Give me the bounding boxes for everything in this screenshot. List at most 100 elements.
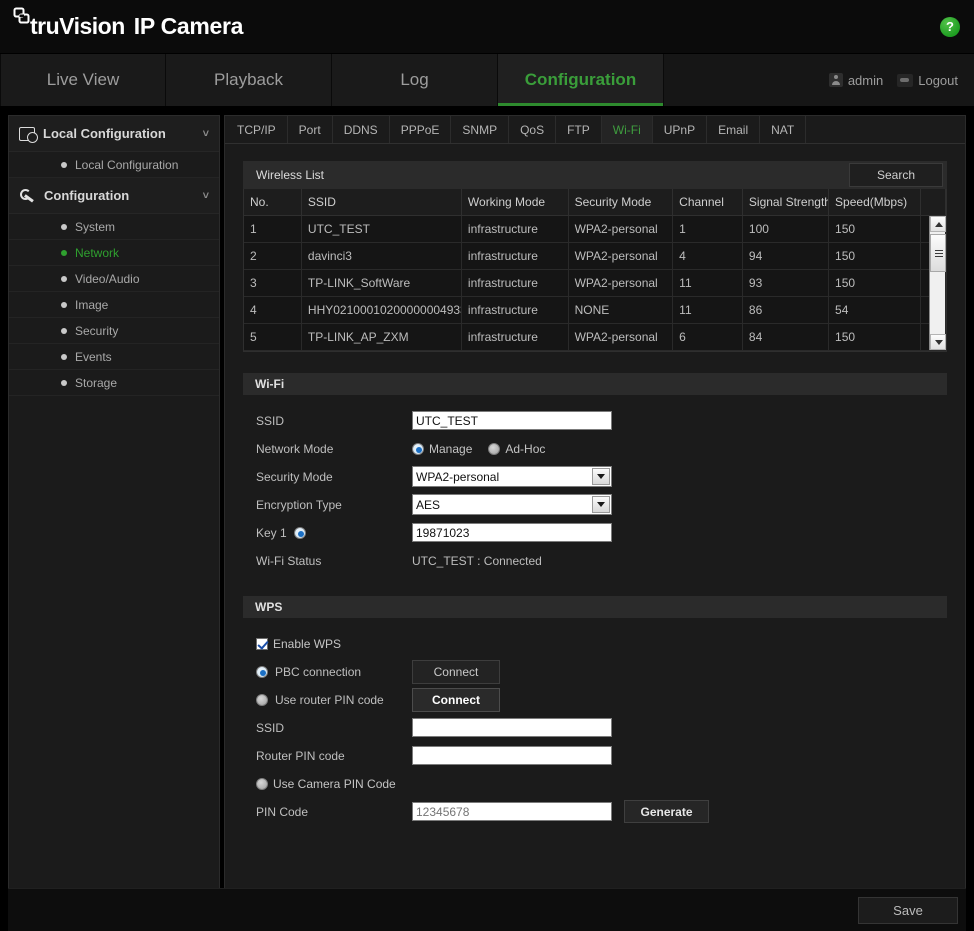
cell-speed: 150 (828, 323, 922, 351)
save-button[interactable]: Save (858, 897, 958, 924)
label-network-mode: Network Mode (256, 441, 334, 456)
subtab-qos[interactable]: QoS (509, 116, 557, 143)
table-row[interactable]: 3 TP-LINK_SoftWare infrastructure WPA2-p… (244, 269, 946, 297)
table-row[interactable]: 1 UTC_TEST infrastructure WPA2-personal … (244, 215, 946, 243)
chevron-down-icon[interactable] (592, 468, 610, 485)
subtab-ftp[interactable]: FTP (556, 116, 602, 143)
radio-network-mode-manage[interactable]: Manage (412, 442, 472, 456)
tab-live-view[interactable]: Live View (0, 54, 166, 106)
sidebar-group-configuration[interactable]: Configuration ˅ (9, 178, 219, 214)
app-header: truVision IP Camera ? (0, 0, 974, 53)
encryption-type-select[interactable]: AES (412, 494, 612, 515)
wps-ssid-input[interactable] (412, 718, 612, 737)
field-row-security-mode: Security Mode WPA2-personal (243, 463, 947, 491)
subtab-tcpip[interactable]: TCP/IP (226, 116, 288, 143)
sidebar-item-video-audio[interactable]: Video/Audio (9, 266, 219, 292)
sidebar-group-local-configuration[interactable]: Local Configuration ˅ (9, 116, 219, 152)
cell-ssid: TP-LINK_SoftWare (301, 269, 462, 297)
nav-user-area: admin Logout (825, 54, 974, 106)
key1-radio-icon[interactable] (293, 526, 306, 539)
router-pin-connect-button[interactable]: Connect (412, 687, 500, 712)
cell-ssid: UTC_TEST (301, 215, 462, 243)
sidebar-item-image[interactable]: Image (9, 292, 219, 318)
label-wps-ssid: SSID (256, 720, 285, 735)
subtab-upnp[interactable]: UPnP (652, 116, 708, 143)
subtab-ddns[interactable]: DDNS (332, 116, 390, 143)
table-row[interactable]: 2 davinci3 infrastructure WPA2-personal … (244, 242, 946, 270)
cell-working-mode: infrastructure (461, 269, 569, 297)
scroll-down-icon[interactable] (930, 333, 946, 350)
radio-label: Ad-Hoc (505, 441, 546, 456)
security-mode-select[interactable]: WPA2-personal (412, 466, 612, 487)
sidebar-item-label: Local Configuration (75, 157, 179, 172)
column-header-working-mode: Working Mode (461, 189, 569, 216)
key1-input[interactable] (412, 523, 612, 542)
radio-network-mode-adhoc[interactable]: Ad-Hoc (488, 442, 545, 456)
generate-button[interactable]: Generate (624, 800, 709, 823)
security-mode-value: WPA2-personal (416, 469, 500, 484)
workspace: Local Configuration ˅ Local Configuratio… (0, 107, 974, 931)
field-row-router-pin: Use router PIN code Connect (243, 686, 947, 714)
cell-ssid: TP-LINK_AP_ZXM (301, 323, 462, 351)
current-user[interactable]: admin (825, 70, 887, 91)
label-encryption-type: Encryption Type (256, 497, 342, 512)
search-button[interactable]: Search (849, 163, 943, 187)
cell-channel: 4 (672, 242, 743, 270)
cell-speed: 150 (828, 242, 922, 270)
router-pin-code-input[interactable] (412, 746, 612, 765)
scroll-up-icon[interactable] (930, 216, 946, 232)
cell-no: 2 (244, 242, 302, 270)
sidebar-item-label: System (75, 219, 116, 234)
field-row-camera-pin: Use Camera PIN Code (243, 770, 947, 798)
bullet-icon (61, 301, 67, 308)
logout-button[interactable]: Logout (893, 70, 962, 91)
enable-wps-label: Enable WPS (273, 636, 342, 651)
cell-security-mode: NONE (568, 296, 674, 324)
subtab-port[interactable]: Port (287, 116, 333, 143)
label-wifi-status: Wi-Fi Status (256, 553, 322, 568)
tab-configuration[interactable]: Configuration (498, 54, 664, 106)
subtab-wifi[interactable]: Wi-Fi (601, 116, 653, 143)
sidebar-item-storage[interactable]: Storage (9, 370, 219, 396)
sidebar-item-security[interactable]: Security (9, 318, 219, 344)
field-row-encryption-type: Encryption Type AES (243, 491, 947, 519)
subtab-nat[interactable]: NAT (760, 116, 807, 143)
subtab-snmp[interactable]: SNMP (451, 116, 510, 143)
cell-security-mode: WPA2-personal (568, 215, 674, 243)
sidebar-group-label: Configuration (44, 188, 130, 203)
radio-icon-router-pin[interactable] (256, 693, 268, 706)
table-row[interactable]: 4 HHY02100010200000004933 infrastructure… (244, 296, 946, 324)
tab-log[interactable]: Log (332, 54, 498, 106)
sidebar-item-local-configuration[interactable]: Local Configuration (9, 152, 219, 178)
radio-use-camera-pin[interactable]: Use Camera PIN Code (256, 777, 396, 791)
bullet-icon (61, 379, 67, 386)
sidebar-item-network[interactable]: Network (9, 240, 219, 266)
pin-code-input[interactable] (412, 802, 612, 821)
table-row[interactable]: 5 TP-LINK_AP_ZXM infrastructure WPA2-per… (244, 323, 946, 351)
subtab-email[interactable]: Email (707, 116, 761, 143)
tab-playback[interactable]: Playback (166, 54, 332, 106)
pbc-connect-button[interactable]: Connect (412, 659, 500, 684)
column-header-speed: Speed(Mbps) (828, 189, 922, 216)
cell-channel: 6 (672, 323, 743, 351)
subtab-pppoe[interactable]: PPPoE (389, 116, 452, 143)
logout-label: Logout (918, 72, 958, 88)
ssid-input[interactable] (412, 411, 612, 430)
footer-bar: Save (8, 888, 966, 931)
table-scrollbar[interactable] (929, 216, 946, 350)
help-icon[interactable]: ? (940, 17, 960, 37)
sidebar-item-system[interactable]: System (9, 214, 219, 240)
radio-icon-pbc[interactable] (256, 665, 268, 678)
cell-working-mode: infrastructure (461, 296, 569, 324)
sidebar-item-label: Network (75, 245, 120, 260)
cell-speed: 54 (828, 296, 922, 324)
enable-wps-checkbox[interactable]: Enable WPS (256, 637, 341, 651)
field-row-wps-ssid: SSID (243, 714, 947, 742)
user-icon (828, 73, 843, 87)
field-row-enable-wps: Enable WPS (243, 630, 947, 658)
chevron-down-icon[interactable] (592, 496, 610, 513)
encryption-type-value: AES (416, 497, 441, 512)
sidebar-item-events[interactable]: Events (9, 344, 219, 370)
field-row-wifi-status: Wi-Fi Status UTC_TEST : Connected (243, 547, 947, 575)
scrollbar-thumb[interactable] (930, 234, 946, 272)
